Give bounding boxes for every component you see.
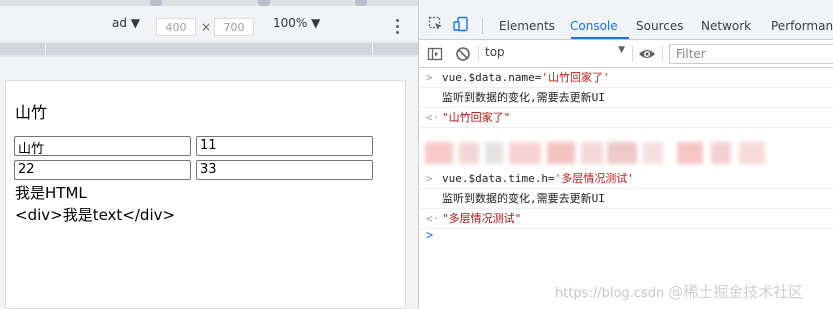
- console-input-entry: > vue.$data.time.h='多层情况测试': [419, 169, 833, 189]
- zoom-select[interactable]: 100% ▼: [273, 16, 320, 30]
- page-viewport: 山竹 山竹 11 22 33 我是HTML <div>我是text</div>: [5, 80, 406, 309]
- context-select[interactable]: top ▼: [485, 45, 625, 63]
- devtools-panel: Elements Console Sources Network Perform…: [418, 0, 833, 309]
- console-result-text[interactable]: "山竹回家了": [442, 108, 510, 127]
- filter-input[interactable]: Filter: [669, 44, 833, 64]
- redacted-block: [509, 142, 541, 164]
- redacted-block: [581, 142, 603, 164]
- console-result-entry: <· "多层情况测试": [419, 209, 833, 229]
- toolbar-separator: [662, 46, 663, 62]
- console-log-text: 监听到数据的变化,需要去更新UI: [442, 192, 605, 205]
- time-h-input[interactable]: 22: [14, 160, 191, 180]
- sidebar-toggle-icon[interactable]: [427, 46, 443, 62]
- active-tab-indicator: [571, 37, 629, 39]
- input-chevron-icon: >: [426, 71, 433, 84]
- tab-performance[interactable]: Performance: [771, 19, 833, 33]
- time-m-input[interactable]: 33: [196, 160, 373, 180]
- tab-console[interactable]: Console: [570, 19, 618, 33]
- console-toolbar: top ▼ Filter: [419, 40, 833, 68]
- console-input-entry: > vue.$data.name='山竹回家了': [419, 68, 833, 88]
- console-string: '多层情况测试': [554, 172, 634, 185]
- watermark-url: https://blog.csdn: [555, 286, 665, 301]
- devtools-tab-bar: Elements Console Sources Network Perform…: [419, 0, 833, 40]
- more-options-icon[interactable]: [394, 18, 402, 36]
- redacted-block: [485, 142, 503, 164]
- height-input[interactable]: 700: [214, 18, 254, 36]
- input-chevron-icon: >: [426, 172, 433, 185]
- toolbar-separator: [478, 46, 479, 62]
- watermark-brand: @稀土掘金技术社区: [668, 283, 804, 301]
- console-output: > vue.$data.name='山竹回家了' 监听到数据的变化,需要去更新U…: [419, 68, 833, 309]
- redacted-region: [419, 138, 833, 169]
- width-input[interactable]: 400: [156, 18, 196, 36]
- device-toolbar-icon[interactable]: [453, 16, 469, 32]
- dimension-separator: ×: [201, 20, 212, 34]
- redacted-block: [711, 142, 731, 164]
- redacted-block: [547, 142, 575, 164]
- tab-network[interactable]: Network: [701, 19, 751, 33]
- inspect-element-icon[interactable]: [428, 16, 444, 32]
- redacted-block: [677, 142, 703, 164]
- name-input[interactable]: 山竹: [14, 136, 191, 157]
- console-code: vue.$data.name=: [442, 71, 542, 84]
- page-heading: 山竹: [15, 103, 48, 122]
- toolbar-separator: [632, 46, 633, 62]
- age-input[interactable]: 11: [196, 136, 373, 156]
- watermark: https://blog.csdn @稀土掘金技术社区: [555, 281, 803, 302]
- tab-sources[interactable]: Sources: [636, 19, 683, 33]
- device-emulation-pane: ad ▼ 400 × 700 100% ▼ 山竹 山竹 11 22 33 我是H…: [0, 0, 418, 309]
- console-log-entry: 监听到数据的变化,需要去更新UI: [419, 189, 833, 209]
- ruler-segment: [46, 43, 373, 55]
- console-log-entry: 监听到数据的变化,需要去更新UI: [419, 88, 833, 108]
- clear-console-icon[interactable]: [455, 46, 471, 62]
- result-arrow-icon: <·: [426, 111, 440, 124]
- media-query-bar[interactable]: [0, 41, 418, 57]
- live-expression-eye-icon[interactable]: [638, 47, 656, 61]
- console-prompt-icon[interactable]: >: [426, 228, 433, 242]
- console-result-text[interactable]: "多层情况测试": [442, 209, 521, 228]
- device-toolbar: ad ▼ 400 × 700 100% ▼: [0, 6, 418, 40]
- console-string: '山竹回家了': [541, 71, 610, 84]
- console-code: vue.$data.time.h=: [442, 172, 555, 185]
- tab-elements[interactable]: Elements: [499, 19, 555, 33]
- ruler-segment: [373, 43, 418, 55]
- device-select[interactable]: ad ▼: [112, 16, 140, 30]
- redacted-block: [643, 142, 663, 164]
- context-label: top: [485, 45, 505, 59]
- ruler-segment: [0, 43, 46, 55]
- redacted-block: [425, 142, 453, 164]
- redacted-block: [607, 142, 637, 164]
- redacted-block: [739, 142, 765, 164]
- text-output: <div>我是text</div>: [15, 206, 176, 224]
- toolbar-separator: [482, 18, 483, 34]
- dropdown-arrow-icon: ▼: [618, 45, 625, 55]
- console-log-text: 监听到数据的变化,需要去更新UI: [442, 91, 605, 104]
- result-arrow-icon: <·: [426, 212, 440, 225]
- redacted-block: [459, 142, 479, 164]
- html-output: 我是HTML: [15, 184, 87, 202]
- console-result-entry: <· "山竹回家了": [419, 108, 833, 128]
